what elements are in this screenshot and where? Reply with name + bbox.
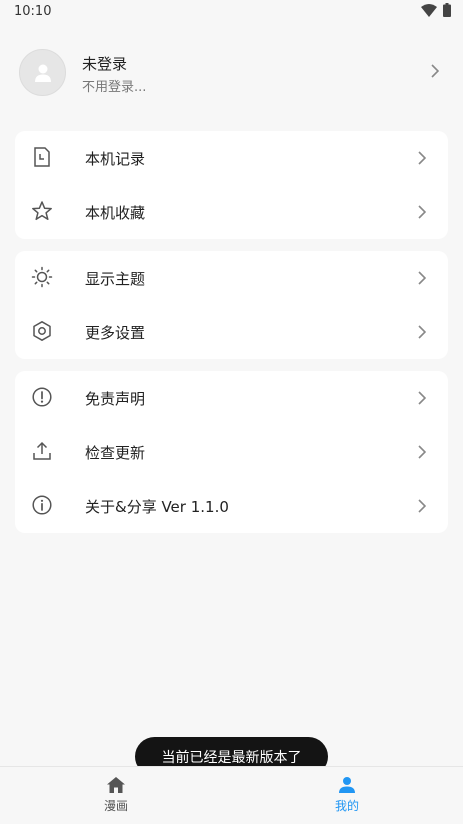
chevron-right-icon bbox=[418, 151, 426, 165]
person-icon bbox=[339, 777, 355, 793]
menu-item-label: 免责声明 bbox=[85, 390, 146, 408]
wifi-icon bbox=[421, 3, 437, 17]
menu-card-settings: 显示主题 更多设置 bbox=[15, 251, 448, 359]
menu-item-about-share[interactable]: 关于&分享 Ver 1.1.0 bbox=[15, 479, 448, 533]
menu-item-check-update[interactable]: 检查更新 bbox=[15, 425, 448, 479]
avatar bbox=[19, 49, 66, 96]
status-bar: 10:10 bbox=[0, 0, 463, 24]
nav-tab-comics[interactable]: 漫画 bbox=[56, 767, 176, 824]
menu-item-label: 检查更新 bbox=[85, 444, 146, 462]
info-icon bbox=[32, 495, 52, 515]
chevron-right-icon bbox=[418, 271, 426, 285]
home-icon bbox=[107, 777, 125, 793]
menu-item-label: 关于&分享 Ver 1.1.0 bbox=[85, 498, 229, 516]
menu-card-about: 免责声明 检查更新 关于&分享 Ver 1.1.0 bbox=[15, 371, 448, 533]
menu-item-local-favorites[interactable]: 本机收藏 bbox=[15, 185, 448, 239]
user-icon bbox=[34, 64, 51, 82]
star-icon bbox=[32, 201, 52, 221]
menu-item-label: 本机收藏 bbox=[85, 204, 146, 222]
menu-item-label: 显示主题 bbox=[85, 270, 146, 288]
battery-icon bbox=[443, 3, 451, 17]
menu-card-local: 本机记录 本机收藏 bbox=[15, 131, 448, 239]
menu-item-label: 本机记录 bbox=[85, 150, 146, 168]
nav-tab-label: 漫画 bbox=[103, 799, 128, 813]
menu-item-disclaimer[interactable]: 免责声明 bbox=[15, 371, 448, 425]
profile-subtitle: 不用登录... bbox=[82, 80, 147, 95]
history-file-icon bbox=[34, 147, 50, 167]
chevron-right-icon bbox=[418, 325, 426, 339]
menu-item-local-history[interactable]: 本机记录 bbox=[15, 131, 448, 185]
profile-name: 未登录 bbox=[82, 55, 128, 73]
menu-item-label: 更多设置 bbox=[85, 324, 146, 342]
nav-tab-label: 我的 bbox=[334, 799, 359, 813]
chevron-right-icon bbox=[418, 499, 426, 513]
upload-icon bbox=[33, 441, 51, 460]
status-time: 10:10 bbox=[14, 4, 52, 19]
settings-hexagon-icon bbox=[33, 321, 51, 341]
chevron-right-icon bbox=[418, 205, 426, 219]
brightness-icon bbox=[31, 266, 53, 288]
chevron-right-icon bbox=[418, 391, 426, 405]
chevron-right-icon bbox=[418, 445, 426, 459]
nav-tab-mine[interactable]: 我的 bbox=[287, 767, 407, 824]
alert-circle-icon bbox=[32, 387, 52, 407]
status-icons bbox=[421, 3, 451, 17]
menu-item-more-settings[interactable]: 更多设置 bbox=[15, 305, 448, 359]
menu-item-theme[interactable]: 显示主题 bbox=[15, 251, 448, 305]
chevron-right-icon bbox=[431, 64, 439, 78]
profile-header[interactable]: 未登录 不用登录... bbox=[0, 40, 463, 108]
bottom-nav: 漫画 我的 bbox=[0, 766, 463, 824]
